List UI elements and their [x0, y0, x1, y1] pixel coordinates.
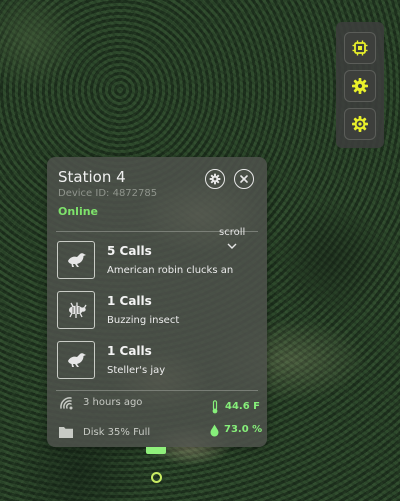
call-species: American robin clucks an [107, 265, 234, 276]
thermometer-icon [212, 400, 218, 414]
disk-usage: Disk 35% Full [83, 427, 151, 438]
call-count: 5 Calls [107, 244, 152, 258]
device-id: Device ID: 4872785 [58, 188, 158, 199]
settings-button[interactable] [344, 70, 376, 102]
temperature-value: 44.6 F [225, 401, 260, 412]
bird-icon [68, 253, 86, 267]
last-seen: 3 hours ago [83, 397, 143, 408]
gear-icon [352, 78, 368, 94]
station-name: Station 4 [58, 168, 126, 186]
advanced-settings-button[interactable] [344, 108, 376, 140]
humidity-value: 73.0 % [224, 424, 263, 435]
location-marker[interactable] [151, 472, 162, 483]
station-settings-button[interactable] [205, 169, 225, 189]
call-species: Buzzing insect [107, 315, 180, 326]
gear-outline-icon [352, 116, 368, 132]
call-count: 1 Calls [107, 294, 152, 308]
close-icon [240, 175, 248, 183]
chip-button[interactable] [344, 32, 376, 64]
insect-icon [69, 302, 87, 318]
list-item[interactable]: 5 Calls American robin clucks an [57, 241, 263, 285]
gear-icon [209, 173, 221, 185]
station-popup: Station 4 Device ID: 4872785 Online scro… [47, 157, 267, 447]
scroll-hint: scroll [219, 227, 246, 238]
species-thumbnail [57, 241, 95, 279]
droplet-icon [210, 424, 219, 437]
close-button[interactable] [234, 169, 254, 189]
call-species: Steller's jay [107, 365, 166, 376]
status-badge: Online [58, 205, 99, 218]
list-item[interactable]: 1 Calls Buzzing insect [57, 291, 263, 335]
station-marker[interactable] [146, 447, 166, 454]
bird-icon [68, 353, 86, 367]
folder-icon [59, 427, 73, 438]
signal-icon [60, 397, 73, 410]
map-toolbar [336, 22, 384, 148]
divider [56, 390, 258, 391]
call-count: 1 Calls [107, 344, 152, 358]
chip-icon [352, 40, 368, 56]
species-thumbnail [57, 341, 95, 379]
species-thumbnail [57, 291, 95, 329]
list-item[interactable]: 1 Calls Steller's jay [57, 341, 263, 385]
